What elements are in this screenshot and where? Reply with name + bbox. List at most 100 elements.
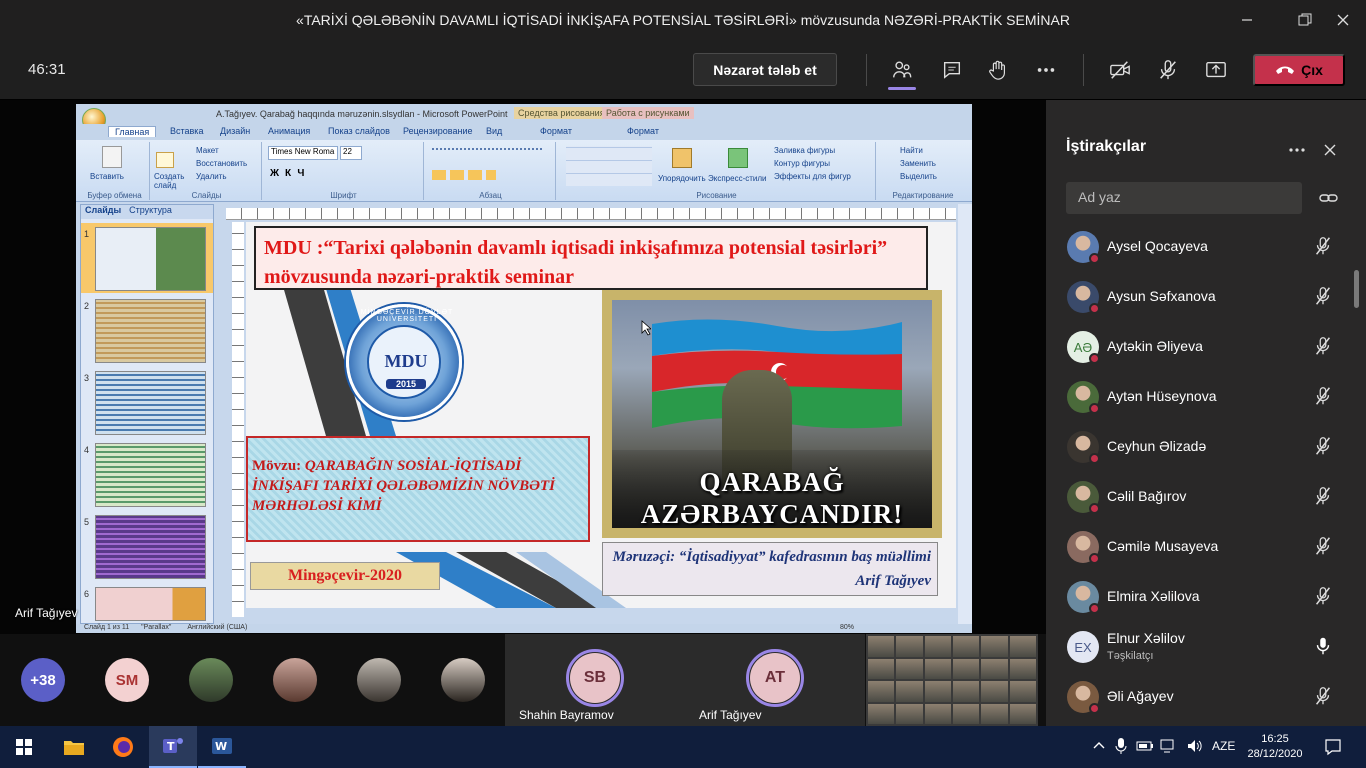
microphone-muted-icon[interactable] bbox=[1312, 585, 1334, 607]
show-hidden-icons-icon[interactable] bbox=[1092, 738, 1106, 754]
panel-more-icon[interactable] bbox=[1286, 140, 1308, 160]
busy-status-dot bbox=[1089, 703, 1100, 714]
participant-row[interactable]: Elmira Xəlilova bbox=[1046, 572, 1366, 622]
participant-row[interactable]: Cəmilə Musayeva bbox=[1046, 522, 1366, 572]
align-icons bbox=[432, 170, 496, 180]
context-tab-picture: Работа с рисунками bbox=[602, 107, 694, 119]
raise-hand-icon[interactable] bbox=[982, 54, 1014, 86]
file-explorer-icon[interactable] bbox=[50, 726, 98, 768]
thumb-number: 2 bbox=[84, 301, 90, 311]
poster-slogan-line2: AZƏRBAYCANDIR! bbox=[640, 499, 904, 528]
panel-close-icon[interactable] bbox=[1320, 140, 1340, 160]
powerpoint-titlebar: A.Tağıyev. Qarabağ haqqında məruzənin.sl… bbox=[76, 104, 972, 124]
microphone-muted-icon[interactable] bbox=[1312, 685, 1334, 707]
participant-row[interactable]: Aysun Səfxanova bbox=[1046, 272, 1366, 322]
participant-row[interactable]: Cəlil Bağırov bbox=[1046, 472, 1366, 522]
overflow-participants-button[interactable]: +38 bbox=[21, 658, 65, 702]
participant-name: Cəmilə Musayeva bbox=[1107, 538, 1219, 554]
battery-icon[interactable] bbox=[1136, 738, 1154, 754]
thumb-number: 5 bbox=[84, 517, 90, 527]
microphone-muted-icon[interactable] bbox=[1312, 285, 1334, 307]
tile-name: Arif Tağıyev bbox=[699, 708, 762, 722]
microphone-muted-icon[interactable] bbox=[1312, 335, 1334, 357]
meeting-toolbar: 46:31 Nəzarət tələb et Çıx bbox=[0, 40, 1366, 100]
clipboard-caption: Буфер обмена bbox=[87, 191, 142, 200]
outline-tab: Структура bbox=[129, 205, 172, 215]
thumb-number: 6 bbox=[84, 589, 90, 599]
participant-search-input[interactable]: Ad yaz bbox=[1066, 182, 1302, 214]
chat-icon[interactable] bbox=[936, 54, 968, 86]
meeting-timer: 46:31 bbox=[28, 61, 66, 78]
participant-row[interactable]: Aytən Hüseynova bbox=[1046, 372, 1366, 422]
slide-canvas: MDU :“Tarixi qələbənin davamlı iqtisadi … bbox=[246, 222, 956, 608]
mouse-cursor-icon bbox=[641, 320, 651, 336]
input-language[interactable]: AZE bbox=[1212, 739, 1235, 753]
participant-row[interactable]: Aysel Qocayeva bbox=[1046, 222, 1366, 272]
teams-taskbar-icon[interactable]: T bbox=[149, 726, 197, 768]
share-invite-link-icon[interactable] bbox=[1318, 188, 1340, 208]
close-window-icon[interactable] bbox=[1320, 0, 1366, 40]
slides-tab: Слайды bbox=[85, 205, 122, 215]
theme-name: "Parallax" bbox=[141, 624, 172, 631]
participant-row[interactable]: Ceyhun Əlizadə bbox=[1046, 422, 1366, 472]
ribbon-tab: Рецензирование bbox=[403, 126, 473, 136]
notifications-icon[interactable] bbox=[1324, 738, 1342, 756]
hang-up-icon bbox=[1276, 66, 1295, 74]
participant-row[interactable]: AƏ Aytəkin Əliyeva bbox=[1046, 322, 1366, 372]
panel-title: İştirakçılar bbox=[1066, 138, 1147, 155]
video-gallery-thumbnail[interactable] bbox=[866, 634, 1038, 726]
slide-thumb bbox=[95, 587, 206, 621]
microphone-muted-icon[interactable] bbox=[1312, 485, 1334, 507]
slide-thumb bbox=[95, 371, 206, 435]
microphone-icon[interactable] bbox=[1312, 635, 1334, 657]
busy-status-dot bbox=[1089, 253, 1100, 264]
participant-tile[interactable]: AT Arif Tağıyev bbox=[685, 634, 865, 726]
microphone-muted-icon[interactable] bbox=[1312, 235, 1334, 257]
request-control-button[interactable]: Nəzarət tələb et bbox=[693, 53, 837, 86]
microphone-muted-icon[interactable] bbox=[1312, 385, 1334, 407]
participants-scrollbar[interactable] bbox=[1354, 270, 1359, 308]
share-screen-icon[interactable] bbox=[1200, 54, 1232, 86]
participant-name: Elmira Xəlilova bbox=[1107, 588, 1200, 604]
participant-name: Aysun Səfxanova bbox=[1107, 288, 1216, 304]
firefox-icon[interactable] bbox=[99, 726, 147, 768]
participants-icon[interactable] bbox=[886, 54, 918, 90]
microphone-off-icon[interactable] bbox=[1152, 54, 1184, 86]
busy-status-dot bbox=[1089, 503, 1100, 514]
volume-icon[interactable] bbox=[1186, 738, 1204, 754]
participant-avatar[interactable]: SM bbox=[105, 658, 149, 702]
participant-avatar[interactable] bbox=[357, 658, 401, 702]
slide-counter: Слайд 1 из 11 bbox=[84, 624, 130, 631]
tray-microphone-icon[interactable] bbox=[1114, 737, 1128, 755]
context-tab-drawing: Средства рисования bbox=[514, 107, 609, 119]
microphone-muted-icon[interactable] bbox=[1312, 435, 1334, 457]
powerpoint-tabs: Главная Вставка Дизайн Анимация Показ сл… bbox=[76, 124, 972, 140]
word-taskbar-icon[interactable]: W bbox=[198, 726, 246, 768]
participant-row[interactable]: EX Elnur Xəlilov Təşkilatçı bbox=[1046, 622, 1366, 672]
busy-status-dot bbox=[1089, 353, 1100, 364]
more-actions-icon[interactable] bbox=[1030, 54, 1062, 86]
ribbon-tab: Показ слайдов bbox=[328, 126, 390, 136]
shape-effects-label: Эффекты для фигур bbox=[774, 172, 851, 181]
system-clock[interactable]: 16:25 28/12/2020 bbox=[1244, 732, 1306, 762]
ribbon-tab: Формат bbox=[627, 126, 659, 136]
participant-avatar[interactable] bbox=[441, 658, 485, 702]
windows-start-icon[interactable] bbox=[0, 726, 48, 768]
thumb-number: 4 bbox=[84, 445, 90, 455]
microphone-muted-icon[interactable] bbox=[1312, 535, 1334, 557]
participant-tile[interactable]: SB Shahin Bayramov bbox=[505, 634, 685, 726]
leave-button[interactable]: Çıx bbox=[1253, 54, 1345, 86]
participant-row[interactable]: Əli Ağayev bbox=[1046, 672, 1366, 722]
camera-off-icon[interactable] bbox=[1104, 54, 1136, 86]
arrange-icon bbox=[672, 148, 692, 168]
slide-thumb bbox=[95, 443, 206, 507]
network-icon[interactable] bbox=[1160, 738, 1178, 754]
participant-avatar[interactable] bbox=[189, 658, 233, 702]
participant-avatar[interactable] bbox=[273, 658, 317, 702]
zoom-level: 80% bbox=[840, 624, 855, 631]
busy-status-dot bbox=[1089, 303, 1100, 314]
minimize-icon[interactable] bbox=[1224, 0, 1270, 40]
express-styles-icon bbox=[728, 148, 748, 168]
editing-caption: Редактирование bbox=[892, 191, 954, 200]
new-slide-label: Создать слайд bbox=[154, 172, 185, 190]
